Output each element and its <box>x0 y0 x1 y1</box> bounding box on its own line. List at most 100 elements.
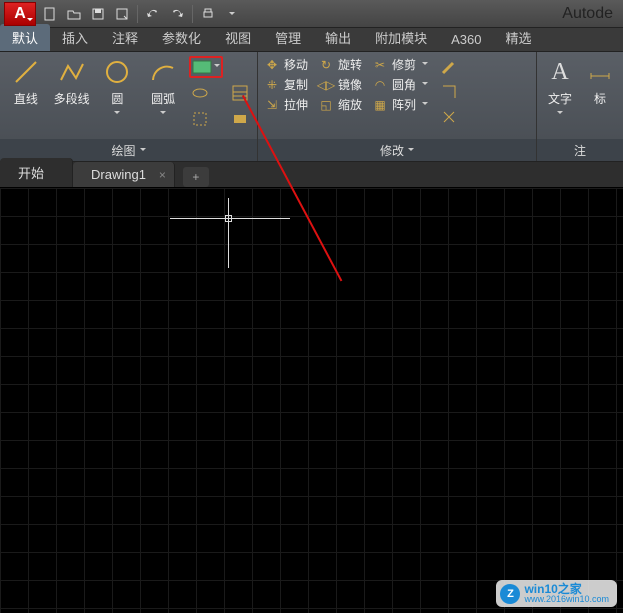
line-label: 直线 <box>14 90 38 107</box>
scale-label: 缩放 <box>338 96 362 113</box>
arc-label: 圆弧 <box>151 90 175 107</box>
array-button[interactable]: ▦阵列 <box>372 96 428 113</box>
arc-icon <box>147 56 179 88</box>
spline-button[interactable] <box>189 108 211 130</box>
arc-button[interactable]: 圆弧 <box>143 56 183 117</box>
copy-label: 复制 <box>284 76 308 93</box>
watermark-badge-icon: Z <box>500 584 520 604</box>
qat-separator <box>192 5 193 23</box>
copy-icon: ⁜ <box>264 77 280 93</box>
tab-start-label: 开始 <box>18 166 44 181</box>
qat-open-icon[interactable] <box>63 3 85 25</box>
tab-featured[interactable]: 精选 <box>494 24 544 51</box>
shear-button[interactable] <box>438 81 460 103</box>
move-label: 移动 <box>284 56 308 73</box>
move-icon: ✥ <box>264 57 280 73</box>
ellipse-button[interactable] <box>189 82 211 104</box>
qat-dropdown-icon[interactable] <box>221 3 243 25</box>
tab-default[interactable]: 默认 <box>0 24 50 51</box>
document-tabs: 开始 Drawing1 × + <box>0 162 623 188</box>
close-icon[interactable]: × <box>159 168 166 182</box>
dimension-button[interactable]: 标 <box>583 56 617 107</box>
watermark: Z win10之家 www.2016win10.com <box>496 580 617 607</box>
array-label: 阵列 <box>392 96 416 113</box>
circle-button[interactable]: 圆 <box>98 56 138 117</box>
rotate-button[interactable]: ↻旋转 <box>318 56 362 73</box>
panel-title-annotation[interactable]: 注 <box>537 139 623 161</box>
polyline-label: 多段线 <box>54 90 90 107</box>
tab-annotate[interactable]: 注释 <box>100 24 150 51</box>
app-menu-button[interactable]: A <box>4 2 36 26</box>
panel-title-draw-label: 绘图 <box>111 142 135 159</box>
mirror-label: 镜像 <box>338 76 362 93</box>
copy-button[interactable]: ⁜复制 <box>264 76 308 93</box>
dimension-icon <box>584 56 616 88</box>
array-icon: ▦ <box>372 97 388 113</box>
line-icon <box>10 56 42 88</box>
panel-title-modify[interactable]: 修改 <box>258 139 536 161</box>
ribbon: 直线 多段线 圆 圆弧 <box>0 52 623 162</box>
stretch-button[interactable]: ⇲拉伸 <box>264 96 308 113</box>
trim-icon: ✂ <box>372 57 388 73</box>
qat-save-icon[interactable] <box>87 3 109 25</box>
qat-redo-icon[interactable] <box>166 3 188 25</box>
tab-addins[interactable]: 附加模块 <box>363 24 439 51</box>
chevron-down-icon <box>140 148 146 154</box>
text-label: 文字 <box>548 90 572 107</box>
panel-title-modify-label: 修改 <box>380 142 404 159</box>
scale-button[interactable]: ◱缩放 <box>318 96 362 113</box>
tab-output[interactable]: 输出 <box>313 24 363 51</box>
rectangle-button[interactable] <box>189 56 223 78</box>
chevron-down-icon <box>557 111 563 117</box>
qat-new-icon[interactable] <box>39 3 61 25</box>
watermark-url: www.2016win10.com <box>524 595 609 604</box>
tab-view[interactable]: 视图 <box>213 24 263 51</box>
text-button[interactable]: A 文字 <box>543 56 577 117</box>
panel-annotation: A 文字 标 注 <box>537 52 623 161</box>
trim-label: 修剪 <box>392 56 416 73</box>
tab-drawing1[interactable]: Drawing1 × <box>73 162 175 187</box>
stretch-icon: ⇲ <box>264 97 280 113</box>
circle-label: 圆 <box>111 90 123 107</box>
tab-manage[interactable]: 管理 <box>263 24 313 51</box>
fillet-label: 圆角 <box>392 76 416 93</box>
ribbon-tabs: 默认 插入 注释 参数化 视图 管理 输出 附加模块 A360 精选 <box>0 28 623 52</box>
mirror-icon: ◁▷ <box>318 77 334 93</box>
drawing-canvas[interactable]: Z win10之家 www.2016win10.com <box>0 188 623 613</box>
tab-a360[interactable]: A360 <box>439 28 493 51</box>
move-button[interactable]: ✥移动 <box>264 56 308 73</box>
polyline-button[interactable]: 多段线 <box>52 56 92 107</box>
fillet-button[interactable]: ◠圆角 <box>372 76 428 93</box>
chevron-down-icon <box>160 111 166 117</box>
chevron-down-icon <box>114 111 120 117</box>
panel-title-annotation-label: 注 <box>574 142 586 159</box>
stretch-label: 拉伸 <box>284 96 308 113</box>
region-button[interactable] <box>229 108 251 130</box>
hatch-button[interactable] <box>229 82 251 104</box>
tab-insert[interactable]: 插入 <box>50 24 100 51</box>
crosshair-vertical <box>228 198 229 268</box>
tab-start[interactable]: 开始 <box>0 158 73 187</box>
chevron-down-icon <box>408 148 414 154</box>
rotate-label: 旋转 <box>338 56 362 73</box>
scale-icon: ◱ <box>318 97 334 113</box>
qat-separator <box>137 5 138 23</box>
circle-icon <box>101 56 133 88</box>
panel-draw: 直线 多段线 圆 圆弧 <box>0 52 258 161</box>
draw-flyout-grid <box>189 56 251 130</box>
trim-button[interactable]: ✂修剪 <box>372 56 428 73</box>
qat-saveas-icon[interactable] <box>111 3 133 25</box>
crosshair-pickbox <box>225 215 232 222</box>
dimension-label: 标 <box>594 90 606 107</box>
explode-button[interactable] <box>438 106 460 128</box>
line-button[interactable]: 直线 <box>6 56 46 107</box>
qat-undo-icon[interactable] <box>142 3 164 25</box>
mirror-button[interactable]: ◁▷镜像 <box>318 76 362 93</box>
app-title: Autode <box>562 5 619 23</box>
panel-modify: ✥移动 ↻旋转 ✂修剪 ⁜复制 ◁▷镜像 ◠圆角 ⇲拉伸 ◱缩放 ▦阵列 <box>258 52 537 161</box>
new-tab-button[interactable]: + <box>183 167 209 187</box>
text-icon: A <box>544 56 576 88</box>
tab-parametric[interactable]: 参数化 <box>150 24 213 51</box>
qat-print-icon[interactable] <box>197 3 219 25</box>
brush-button[interactable] <box>438 56 460 78</box>
